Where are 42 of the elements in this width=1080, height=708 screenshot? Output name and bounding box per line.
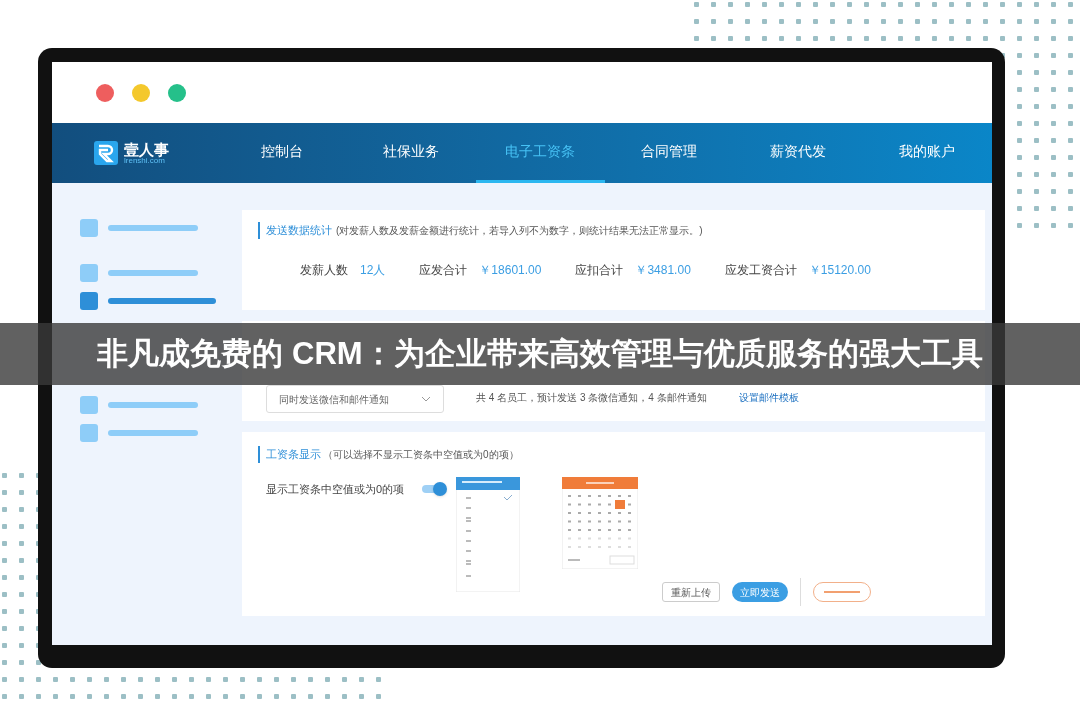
banner-title: 非凡成免费的 CRM：为企业带来高效管理与优质服务的强大工具 [97, 334, 983, 373]
logo-icon [94, 141, 118, 165]
stat-label: 应扣合计 [575, 261, 624, 279]
menu-bar-icon[interactable] [108, 225, 198, 231]
menu-square-icon[interactable] [80, 264, 98, 282]
section-title: 发送数据统计 [266, 223, 332, 238]
email-template-link[interactable]: 设置邮件模板 [738, 390, 799, 405]
menu-square-icon[interactable] [80, 219, 98, 237]
stat-label: 发薪人数 [300, 261, 348, 279]
menu-bar-icon[interactable] [108, 402, 198, 408]
send-summary: 共 4 名员工，预计发送 3 条微信通知，4 条邮件通知 [476, 391, 707, 405]
menu-square-icon[interactable] [80, 292, 98, 310]
stat-value: ￥18601.00 [479, 261, 542, 279]
nav-tab[interactable]: 合同管理 [604, 123, 734, 183]
stat-value: 12人 [360, 261, 386, 279]
nav-tab[interactable]: 薪资代发 [733, 123, 863, 183]
window-control[interactable] [168, 83, 186, 102]
menu-bar-icon[interactable] [108, 270, 198, 276]
nav-tab[interactable]: 社保业务 [346, 123, 476, 183]
action-button[interactable]: 立即发送 [732, 582, 788, 602]
stat-label: 应发工资合计 [724, 261, 797, 279]
toggle-switch[interactable] [422, 484, 445, 493]
stat-value: ￥3481.00 [635, 261, 691, 279]
menu-bar-icon[interactable] [108, 298, 216, 304]
window-control[interactable] [132, 83, 150, 102]
section-note: (对发薪人数及发薪金额进行统计，若导入列不为数字，则统计结果无法正常显示。) [336, 223, 703, 238]
nav-tab[interactable]: 电子工资条 [475, 123, 605, 183]
window-control[interactable] [96, 83, 114, 102]
nav-tab[interactable]: 控制台 [217, 123, 347, 183]
menu-bar-icon[interactable] [108, 430, 198, 436]
menu-square-icon[interactable] [80, 396, 98, 414]
logo-name: 壹人事 [124, 141, 169, 157]
nav-tab[interactable]: 我的账户 [862, 123, 992, 183]
toggle-label: 显示工资条中空值或为0的项 [266, 481, 405, 497]
menu-square-icon[interactable] [80, 424, 98, 442]
stat-value: ￥15120.00 [808, 261, 871, 279]
action-button[interactable]: 重新上传 [662, 582, 720, 602]
chevron-down-icon [421, 396, 431, 402]
stat-label: 应发合计 [419, 261, 468, 279]
section-note: （可以选择不显示工资条中空值或为0的项） [323, 447, 519, 462]
send-method-select[interactable]: 同时发送微信和邮件通知 [266, 385, 444, 413]
section-title: 工资条显示 [266, 447, 321, 462]
